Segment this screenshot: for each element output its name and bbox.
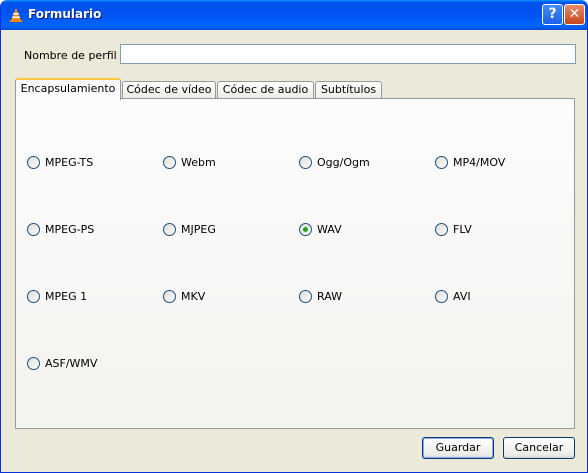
window-title: Formulario [28, 7, 102, 21]
tab-audio-codec[interactable]: Códec de audio [217, 81, 314, 99]
encapsulation-panel: MPEG-TS Webm Ogg/Ogm MP4/MOV MPEG-PS MJP… [15, 98, 575, 429]
profile-name-input[interactable] [120, 44, 576, 64]
tab-subtitles[interactable]: Subtítulos [315, 81, 382, 99]
radio-selected-dot [303, 227, 308, 232]
tab-encapsulation[interactable]: Encapsulamiento [15, 78, 121, 100]
dialog-window: Formulario ? ✕ Nombre de perfil Encapsul… [0, 0, 588, 473]
cancel-button[interactable]: Cancelar [503, 437, 575, 459]
title-bar[interactable]: Formulario ? ✕ [1, 0, 587, 30]
vlc-cone-icon [10, 8, 22, 22]
save-button[interactable]: Guardar [422, 437, 494, 459]
profile-name-label: Nombre de perfil [24, 49, 117, 62]
help-button[interactable]: ? [542, 4, 563, 25]
close-button[interactable]: ✕ [564, 4, 585, 25]
tab-video-codec[interactable]: Códec de vídeo [122, 81, 216, 99]
